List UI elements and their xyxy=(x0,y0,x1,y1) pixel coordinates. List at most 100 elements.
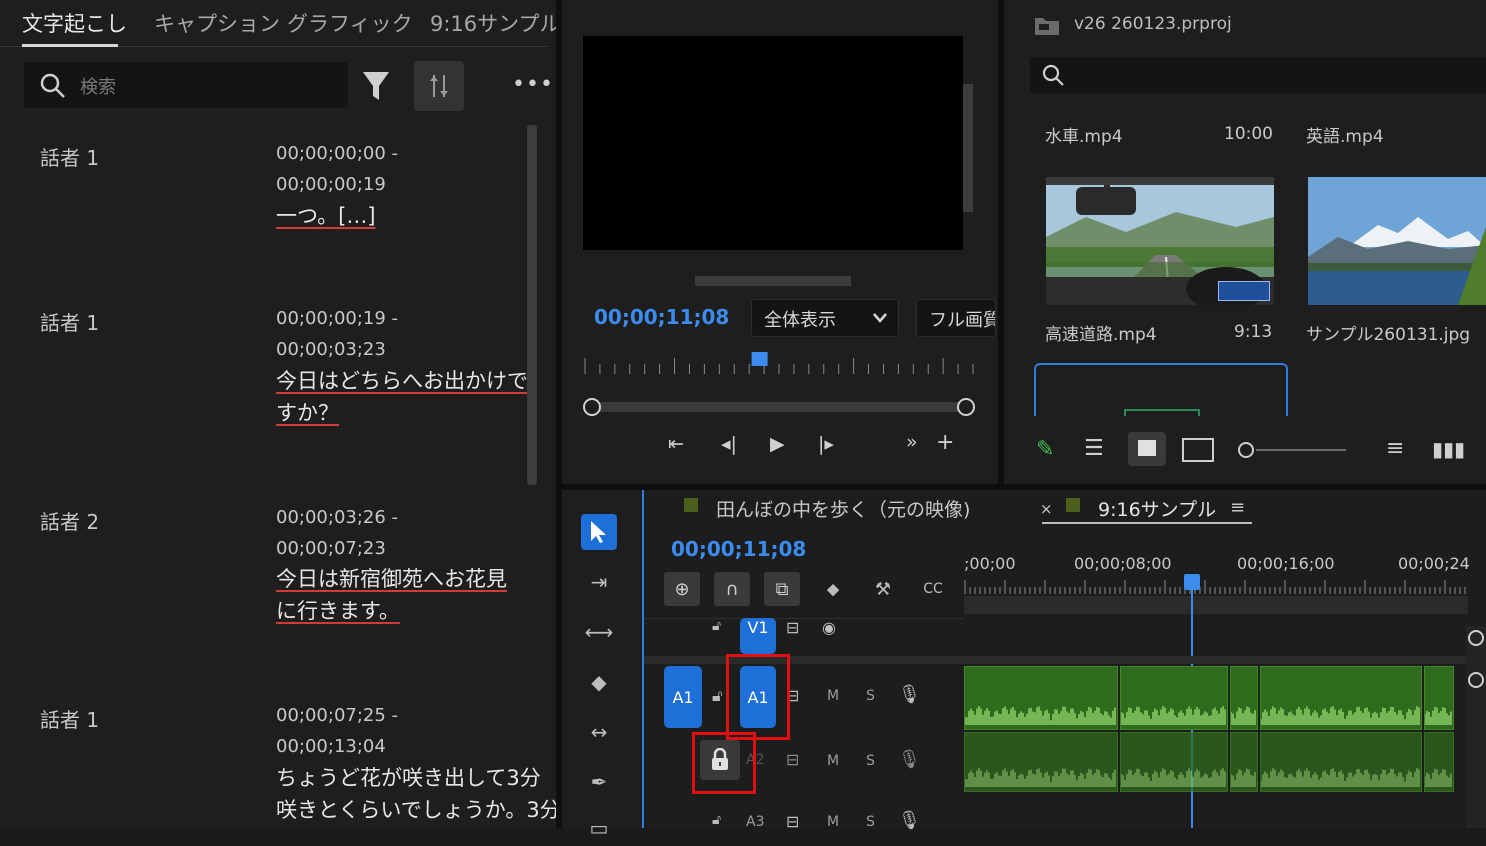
wrench-icon[interactable]: ⚒ xyxy=(868,572,898,606)
timeline-tab-sample[interactable]: 9:16サンプル xyxy=(1098,495,1216,522)
filter-icon[interactable] xyxy=(362,70,390,102)
transcript-line[interactable]: に行きます。 xyxy=(276,599,400,623)
tab-sequence[interactable]: 9:16サンプル xyxy=(430,8,561,38)
snap-magnet-button[interactable]: ∩ xyxy=(714,572,750,606)
list-view-icon[interactable]: ☰ xyxy=(1084,436,1104,461)
audio-clip[interactable] xyxy=(1120,732,1228,792)
track-select-tool-icon[interactable]: ⇥ xyxy=(581,564,617,600)
sync-lock-icon[interactable]: ⊟ xyxy=(786,750,799,769)
a1-source-patch-button[interactable]: A1 xyxy=(664,666,702,728)
rectangle-tool-icon[interactable]: ▭ xyxy=(581,810,617,846)
add-button-icon[interactable]: + xyxy=(936,430,954,455)
zoom-handle-left[interactable] xyxy=(583,398,601,416)
zoom-handle-right[interactable] xyxy=(957,398,975,416)
lock-icon[interactable]: 🔓︎ xyxy=(712,686,722,706)
sync-button[interactable] xyxy=(414,61,464,111)
timeline-vertical-scrollbar[interactable] xyxy=(1466,626,1486,828)
ripple-edit-tool-icon[interactable]: ⟷ xyxy=(581,614,617,650)
monitor-zoom-bar[interactable] xyxy=(583,398,975,416)
sort-icon[interactable]: ≡ xyxy=(1386,436,1404,461)
lock-icon[interactable]: 🔓︎ xyxy=(712,812,721,828)
tab-transcript[interactable]: 文字起こし xyxy=(22,8,127,38)
transcript-line[interactable]: 咲きとくらいでしょうか。3分 xyxy=(276,794,561,826)
mute-button[interactable]: M xyxy=(827,688,839,704)
timeline-tab-original[interactable]: 田んぼの中を歩く（元の映像) xyxy=(716,495,970,522)
work-area-bar[interactable] xyxy=(964,596,1468,614)
audio-clip[interactable] xyxy=(964,666,1118,730)
timeline-timecode[interactable]: 00;00;11;08 xyxy=(671,537,806,561)
zoom-dropdown[interactable]: 全体表示 xyxy=(751,299,899,337)
search-input[interactable]: 検索 xyxy=(24,62,348,108)
transcript-text[interactable]: 一つ。[…] xyxy=(276,200,376,232)
tab-graphics[interactable]: グラフィック xyxy=(287,8,413,38)
selection-tool-icon[interactable] xyxy=(581,514,617,550)
project-search-input[interactable] xyxy=(1030,57,1486,93)
add-marker-icon[interactable]: ⬥ xyxy=(818,572,848,606)
toggle-sync-lock-icon[interactable]: ⊟ xyxy=(786,618,799,637)
item-name[interactable]: 水車.mp4 xyxy=(1045,122,1123,147)
nest-sequence-button[interactable]: ⊕ xyxy=(664,572,700,606)
transcript-line[interactable]: 今日は新宿御苑へお花見 xyxy=(276,567,507,591)
slip-tool-icon[interactable]: ↔ xyxy=(581,714,617,750)
transcript-line[interactable]: すか？ xyxy=(276,401,339,425)
highway-thumbnail[interactable] xyxy=(1046,177,1274,305)
transcript-text[interactable]: ちょうど花が咲き出して3分 咲きとくらいでしょうか。3分 xyxy=(276,762,561,826)
razor-tool-icon[interactable]: ◆ xyxy=(581,664,617,700)
monitor-horizontal-scrollbar[interactable] xyxy=(695,276,851,286)
lake-thumbnail[interactable] xyxy=(1308,177,1486,305)
audio-clip[interactable] xyxy=(1120,666,1228,730)
step-forward-icon[interactable]: |▸ xyxy=(818,433,834,455)
transcript-line[interactable]: 一つ。[…] xyxy=(276,204,376,228)
v1-target-button[interactable]: V1 xyxy=(740,618,776,654)
lock-icon[interactable]: 🔓︎ xyxy=(712,618,721,634)
quality-dropdown[interactable]: フル画質 xyxy=(916,299,996,337)
eye-icon[interactable]: ◉ xyxy=(822,618,836,637)
audio-clip[interactable] xyxy=(1230,732,1258,792)
play-icon[interactable]: ▶ xyxy=(770,433,785,455)
transcript-text[interactable]: 今日はどちらへお出かけで すか？ xyxy=(276,365,528,429)
close-tab-icon[interactable]: × xyxy=(1040,500,1053,518)
timeline-ruler[interactable] xyxy=(964,578,1470,596)
sync-lock-icon[interactable]: ⊟ xyxy=(786,812,799,831)
more-options-icon[interactable]: ••• xyxy=(512,72,554,97)
icon-view-button[interactable] xyxy=(1128,432,1166,466)
tab-captions[interactable]: キャプション xyxy=(154,8,280,38)
automate-icon[interactable]: ▮▮▮ xyxy=(1432,437,1465,461)
audio-clip[interactable] xyxy=(1260,732,1422,792)
more-controls-icon[interactable]: » xyxy=(906,431,918,453)
pen-tool-icon[interactable]: ✒ xyxy=(581,764,617,800)
waveform xyxy=(1425,768,1452,787)
transcript-line[interactable]: ちょうど花が咲き出して3分 xyxy=(276,762,561,794)
captions-icon[interactable]: CC xyxy=(918,572,948,606)
audio-clip[interactable] xyxy=(1230,666,1258,730)
linked-selection-button[interactable]: ⧉ xyxy=(764,572,800,606)
transcript-scrollbar[interactable] xyxy=(527,125,537,485)
go-to-in-icon[interactable]: ⇤ xyxy=(668,433,684,455)
audio-clip[interactable] xyxy=(964,732,1118,792)
speaker-label: 話者 1 xyxy=(40,311,100,335)
audio-clip[interactable] xyxy=(1260,666,1422,730)
item-name[interactable]: 英語.mp4 xyxy=(1306,122,1384,147)
microphone-icon[interactable]: 🎙︎ xyxy=(898,684,921,705)
microphone-icon[interactable]: 🎙︎ xyxy=(898,749,921,770)
mute-button[interactable]: M xyxy=(827,753,839,769)
item-name[interactable]: 高速道路.mp4 xyxy=(1045,320,1157,345)
pencil-icon[interactable]: ✎ xyxy=(1036,437,1054,462)
freeform-view-icon[interactable] xyxy=(1182,438,1214,462)
item-duration: 9:13 xyxy=(1234,322,1273,342)
item-name[interactable]: サンプル260131.jpg xyxy=(1306,320,1470,345)
monitor-ruler[interactable] xyxy=(583,350,975,376)
monitor-timecode[interactable]: 00;00;11;08 xyxy=(594,305,729,329)
audio-clip[interactable] xyxy=(1424,666,1454,730)
video-preview[interactable] xyxy=(583,36,963,250)
monitor-vertical-scrollbar[interactable] xyxy=(963,84,973,212)
step-back-icon[interactable]: ◂| xyxy=(721,433,737,455)
audio-clip[interactable] xyxy=(1424,732,1454,792)
transcript-line[interactable]: 今日はどちらへお出かけで xyxy=(276,369,528,393)
tab-menu-icon[interactable]: ≡ xyxy=(1230,497,1245,518)
solo-button[interactable]: S xyxy=(866,688,875,704)
transcript-text[interactable]: 今日は新宿御苑へお花見 に行きます。 xyxy=(276,563,507,627)
video-audio-badge-icon xyxy=(1218,281,1270,301)
zoom-slider[interactable] xyxy=(1238,442,1346,458)
solo-button[interactable]: S xyxy=(866,753,875,769)
